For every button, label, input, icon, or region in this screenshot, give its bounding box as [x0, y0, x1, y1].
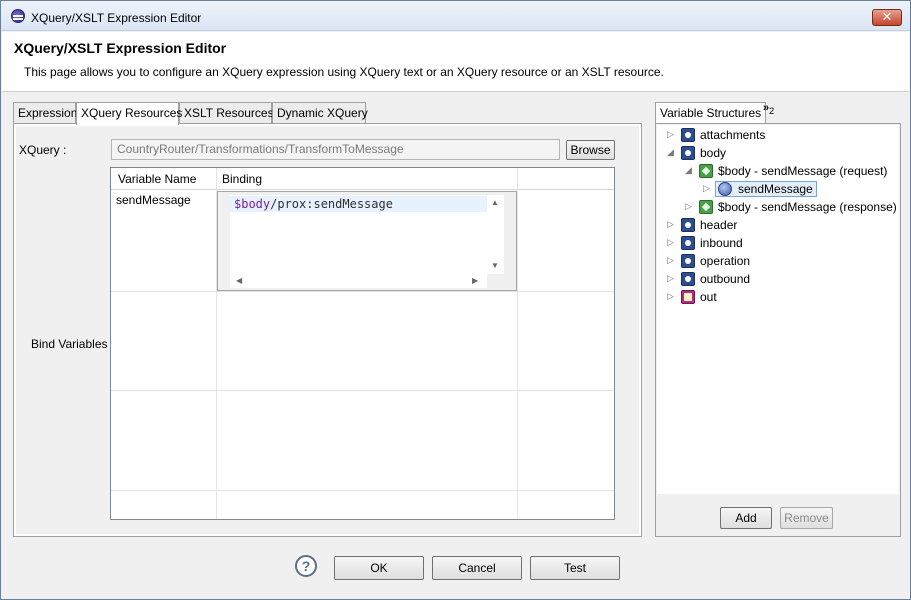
tree-item-label: body: [700, 146, 727, 160]
dialog-window: XQuery/XSLT Expression Editor ✕ XQuery/X…: [0, 0, 911, 600]
more-tabs-count: 2: [769, 106, 775, 117]
page-description: This page allows you to configure an XQu…: [24, 65, 664, 79]
window-title: XQuery/XSLT Expression Editor: [31, 11, 202, 25]
context-variable-icon: [681, 128, 695, 142]
scroll-left-icon[interactable]: ◀: [236, 276, 242, 285]
expand-icon[interactable]: ▷: [667, 219, 674, 230]
tab-xslt-resources[interactable]: XSLT Resources: [179, 102, 274, 124]
expand-icon[interactable]: ▷: [685, 201, 692, 212]
context-variable-icon: [681, 254, 695, 268]
context-variable-icon: [681, 146, 695, 160]
scroll-down-icon[interactable]: ▼: [491, 261, 499, 270]
context-variable-icon: [681, 218, 695, 232]
browse-button[interactable]: Browse: [566, 140, 615, 160]
close-icon: ✕: [881, 9, 893, 24]
bind-variables-table: Variable Name Binding sendMessage $body/…: [110, 167, 615, 520]
binding-text-area[interactable]: $body/prox:sendMessage: [230, 195, 487, 274]
row-divider: [111, 291, 614, 292]
binding-path: /prox:sendMessage: [270, 197, 393, 211]
scroll-right-icon[interactable]: ▶: [472, 276, 478, 285]
tree-item-label: header: [700, 218, 738, 232]
expand-icon[interactable]: ▷: [667, 129, 674, 140]
more-tabs-button[interactable]: »2: [763, 102, 774, 116]
tab-variable-structures[interactable]: Variable Structures: [655, 102, 767, 125]
message-type-icon: [699, 164, 713, 178]
message-type-icon: [699, 200, 713, 214]
column-header-binding[interactable]: Binding: [222, 172, 262, 186]
context-variable-icon: [681, 236, 695, 250]
binding-variable: $body: [234, 197, 271, 211]
tree-item-label: inbound: [700, 236, 743, 250]
expand-icon[interactable]: ▷: [667, 273, 674, 284]
expand-icon[interactable]: ▷: [703, 183, 710, 194]
cancel-button[interactable]: Cancel: [432, 556, 522, 580]
column-header-variable-name[interactable]: Variable Name: [118, 172, 196, 186]
ok-button[interactable]: OK: [334, 556, 424, 580]
test-button[interactable]: Test: [530, 556, 620, 580]
tree-item-label: outbound: [700, 272, 751, 286]
variable-tree: ▷ attachments ◢ body ◢ $body - sendMessa…: [657, 125, 899, 494]
user-variable-icon: [681, 290, 695, 304]
add-variable-button[interactable]: Add: [720, 507, 772, 529]
collapse-icon[interactable]: ◢: [685, 165, 692, 176]
scroll-up-icon[interactable]: ▲: [491, 198, 499, 207]
binding-line: $body/prox:sendMessage: [230, 196, 487, 212]
column-divider: [517, 168, 518, 519]
dialog-header: XQuery/XSLT Expression Editor This page …: [2, 32, 909, 92]
tree-item-label: out: [700, 290, 717, 304]
table-header: Variable Name Binding: [111, 168, 614, 190]
title-bar[interactable]: XQuery/XSLT Expression Editor ✕: [1, 1, 910, 31]
page-heading: XQuery/XSLT Expression Editor: [14, 40, 227, 56]
variable-name-cell[interactable]: sendMessage: [116, 193, 191, 207]
tree-item-label: $body - sendMessage (response): [718, 200, 897, 214]
collapse-icon[interactable]: ◢: [667, 147, 674, 158]
close-button[interactable]: ✕: [872, 9, 902, 26]
xquery-resource-field[interactable]: CountryRouter/Transformations/TransformT…: [111, 139, 560, 160]
eclipse-app-icon: [11, 9, 25, 23]
help-icon[interactable]: ?: [295, 555, 317, 577]
tree-item-label: $body - sendMessage (request): [718, 164, 888, 178]
binding-vertical-scrollbar[interactable]: ▲ ▼: [487, 195, 504, 274]
row-divider: [111, 390, 614, 391]
binding-horizontal-scrollbar[interactable]: ◀ ▶: [230, 274, 487, 288]
tree-item-label: attachments: [700, 128, 766, 142]
row-divider: [111, 490, 614, 491]
tab-expression[interactable]: Expression: [13, 102, 77, 124]
tab-xquery-resources[interactable]: XQuery Resources: [76, 102, 182, 125]
bind-variables-label: Bind Variables: [31, 337, 108, 351]
context-variable-icon: [681, 272, 695, 286]
binding-expression-editor: $body/prox:sendMessage ▲ ▼ ◀ ▶: [217, 191, 517, 291]
variable-structures-panel: ▷ attachments ◢ body ◢ $body - sendMessa…: [655, 123, 901, 537]
element-icon: [718, 182, 732, 196]
remove-variable-button[interactable]: Remove: [780, 507, 833, 529]
expand-icon[interactable]: ▷: [667, 291, 674, 302]
tree-item-label: operation: [700, 254, 751, 268]
expand-icon[interactable]: ▷: [667, 237, 674, 248]
expand-icon[interactable]: ▷: [667, 255, 674, 266]
tab-dynamic-xquery[interactable]: Dynamic XQuery: [272, 102, 368, 124]
xquery-label: XQuery :: [19, 143, 67, 157]
